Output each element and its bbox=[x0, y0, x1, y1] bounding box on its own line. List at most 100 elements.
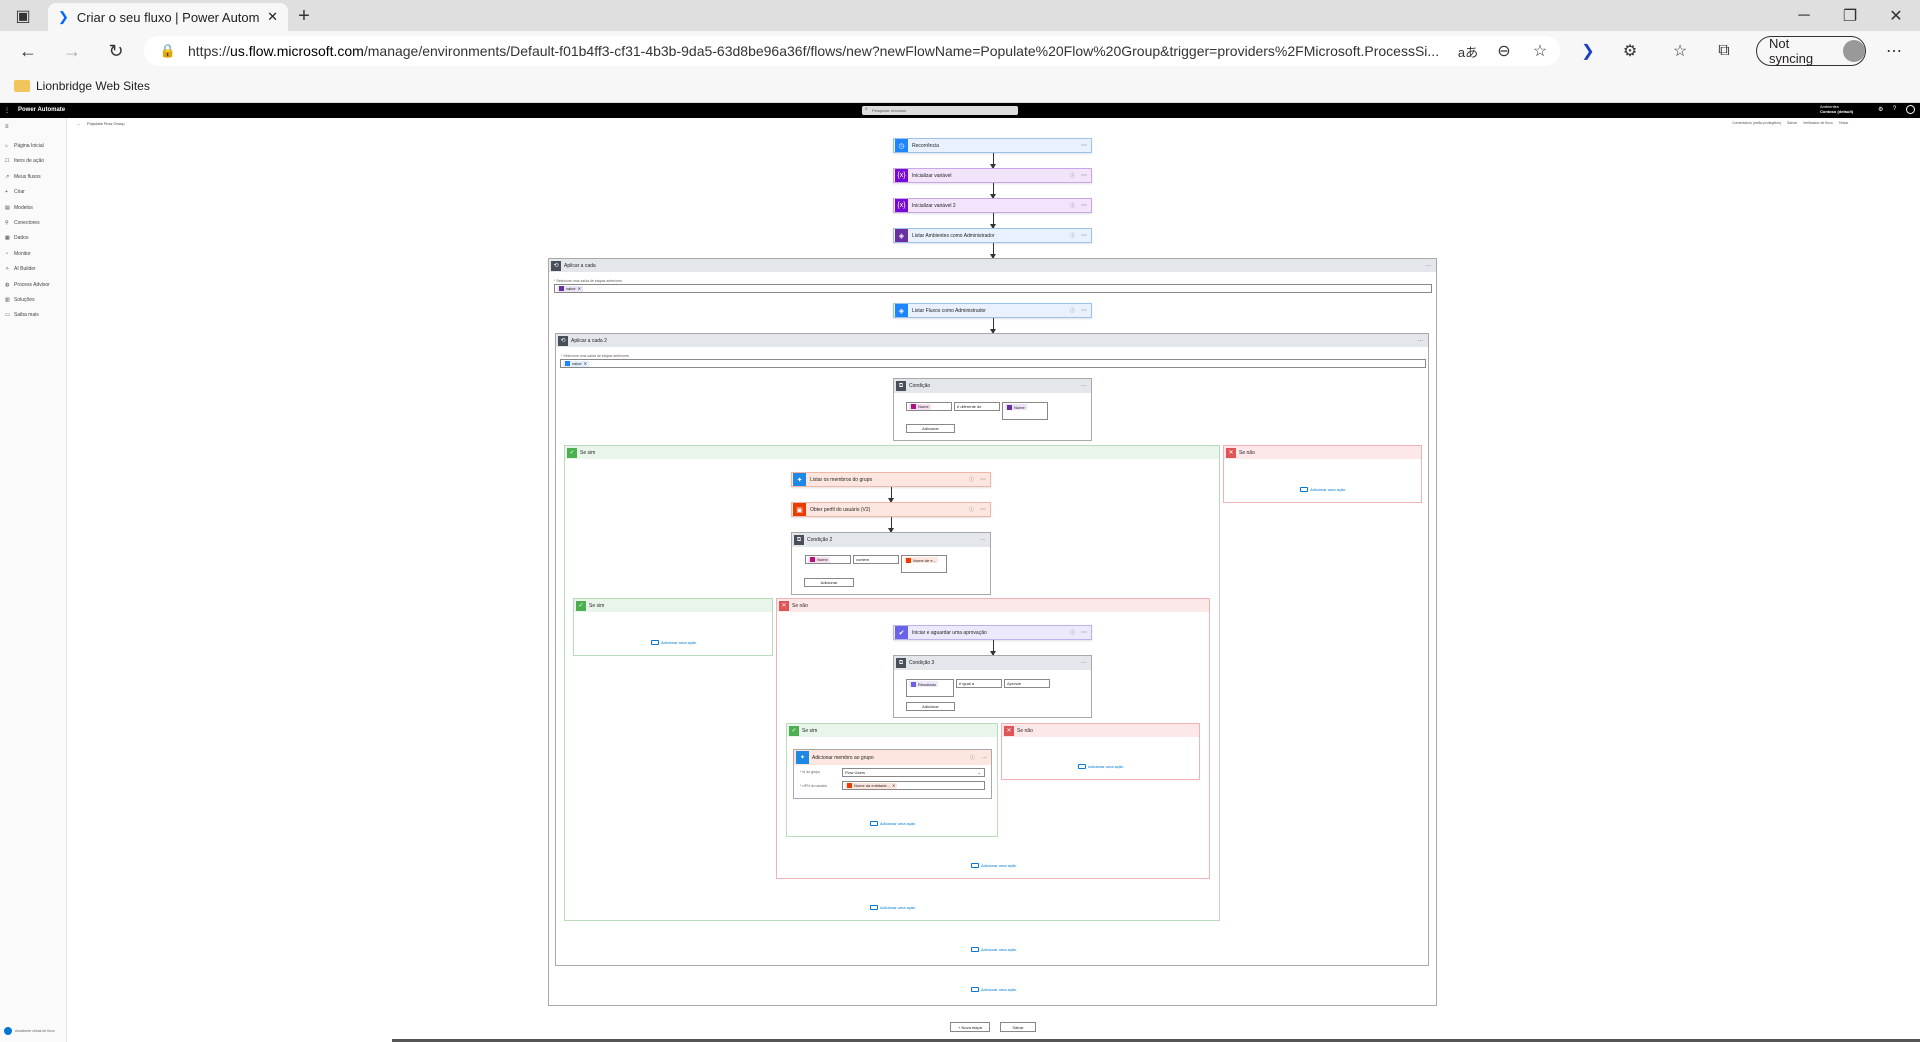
nav-item-ai[interactable]: ✧ AI Builder bbox=[5, 264, 36, 274]
power-automate-extension-icon[interactable]: ❯ bbox=[1576, 39, 1600, 63]
nav-item-home[interactable]: ⌂ Página Inicial bbox=[5, 141, 44, 151]
nav-item-template[interactable]: ▤ Modelos bbox=[5, 203, 33, 213]
init-variable-card[interactable]: {x} Inicializar variável ⓘ ⋯ bbox=[893, 168, 1092, 183]
condition-3-add-button[interactable]: Adicionar bbox=[906, 702, 955, 711]
more-menu-icon[interactable]: ⋯ bbox=[1882, 39, 1906, 63]
condition-3-left-operand[interactable]: Resultado bbox=[906, 679, 954, 697]
add-action-link[interactable]: Adicionar uma ação bbox=[971, 987, 1016, 992]
condition-header[interactable]: ⧉ Condição ⋯ bbox=[894, 379, 1091, 393]
outcome-token[interactable]: Resultado bbox=[909, 681, 939, 687]
minimize-icon[interactable]: ─ bbox=[1792, 4, 1816, 28]
value-token[interactable]: value ✕ bbox=[563, 360, 589, 367]
list-environments-card[interactable]: ◈ Listar Ambientes como Administrador ⓘ … bbox=[893, 228, 1092, 243]
info-icon[interactable]: ⓘ bbox=[970, 754, 975, 761]
remove-token-icon[interactable]: ✕ bbox=[892, 783, 895, 788]
if-no-2-header[interactable]: ✕ Se não bbox=[777, 599, 1209, 612]
back-icon[interactable]: ← bbox=[16, 39, 40, 63]
hamburger-icon[interactable]: ≡ bbox=[5, 124, 9, 130]
init-variable-2-card[interactable]: {x} Inicializar variável 2 ⓘ ⋯ bbox=[893, 198, 1092, 213]
nav-item-solution[interactable]: ▥ Soluções bbox=[5, 295, 35, 305]
card-menu-icon[interactable]: ⋯ bbox=[1081, 172, 1087, 179]
save-command[interactable]: Salvar bbox=[1787, 121, 1797, 125]
if-yes-header[interactable]: ✓ Se sim bbox=[565, 446, 1219, 459]
nav-item-monitor[interactable]: ◔ Monitor bbox=[5, 249, 31, 259]
get-user-profile-card[interactable]: ▣ Obter perfil do usuário (V2) ⓘ ⋯ bbox=[791, 502, 991, 517]
nav-item-process[interactable]: ◍ Process Advisor bbox=[5, 280, 50, 290]
url-input[interactable]: 🔒 https://us.flow.microsoft.com/manage/e… bbox=[144, 36, 1560, 66]
virtual-agent-button[interactable]: Assistente virtual de fluxo bbox=[4, 1027, 55, 1035]
back-arrow-icon[interactable]: ← bbox=[77, 121, 81, 126]
if-no-3-header[interactable]: ✕ Se não bbox=[1002, 724, 1199, 737]
settings-icon[interactable]: ⚙ bbox=[1878, 106, 1883, 113]
add-member-header[interactable]: ✦ Adicionar membro ao grupo ⓘ ⋯ bbox=[794, 750, 991, 765]
name-token[interactable]: Nome bbox=[808, 556, 830, 563]
nav-item-connector[interactable]: ⚲ Conectores bbox=[5, 218, 40, 228]
help-icon[interactable]: ? bbox=[1893, 106, 1896, 112]
apply-each-2-input[interactable]: value ✕ bbox=[560, 359, 1426, 368]
name-token[interactable]: Nome bbox=[909, 403, 931, 410]
add-action-link[interactable]: Adicionar uma ação bbox=[1078, 764, 1123, 769]
condition-right-operand[interactable]: Nome bbox=[1002, 402, 1048, 420]
card-menu-icon[interactable]: ⋯ bbox=[1418, 338, 1423, 344]
condition-3-operator-select[interactable]: é igual a bbox=[956, 679, 1002, 688]
condition-2-add-button[interactable]: Adicionar bbox=[804, 578, 854, 587]
nav-item-flow[interactable]: ↗ Meus fluxos bbox=[5, 172, 41, 182]
test-command[interactable]: Testar bbox=[1839, 121, 1849, 125]
upn-token[interactable]: Nome de e... bbox=[904, 557, 938, 563]
nav-item-data[interactable]: ▦ Dados bbox=[5, 233, 28, 243]
condition-3-right-operand[interactable]: Aprovar bbox=[1004, 679, 1050, 688]
nav-item-learn[interactable]: ▭ Saiba mais bbox=[5, 310, 39, 320]
if-no-header[interactable]: ✕ Se não bbox=[1224, 446, 1421, 459]
card-menu-icon[interactable]: ⋯ bbox=[980, 537, 985, 543]
upn-token[interactable]: Nome da entidade... ✕ bbox=[845, 782, 898, 789]
profile-sync-button[interactable]: Not syncing bbox=[1756, 36, 1866, 66]
info-icon[interactable]: ⓘ bbox=[1070, 232, 1075, 239]
card-menu-icon[interactable]: ⋯ bbox=[1081, 202, 1087, 209]
add-action-link[interactable]: Adicionar uma ação bbox=[651, 640, 696, 645]
card-menu-icon[interactable]: ⋯ bbox=[1426, 263, 1431, 269]
new-tab-icon[interactable]: + bbox=[292, 4, 316, 28]
favorites-folder[interactable]: Lionbridge Web Sites bbox=[14, 79, 150, 93]
collections-icon[interactable]: ⧉ bbox=[1712, 39, 1736, 63]
condition-2-left-operand[interactable]: Nome bbox=[805, 555, 851, 564]
remove-token-icon[interactable]: ✕ bbox=[584, 361, 587, 366]
info-icon[interactable]: ⓘ bbox=[1070, 629, 1075, 636]
condition-add-button[interactable]: Adicionar bbox=[906, 424, 955, 433]
info-icon[interactable]: ⓘ bbox=[1070, 307, 1075, 314]
apply-each-input[interactable]: value ✕ bbox=[554, 284, 1432, 293]
info-icon[interactable]: ⓘ bbox=[1070, 172, 1075, 179]
close-tab-icon[interactable]: ✕ bbox=[267, 9, 278, 25]
condition-2-header[interactable]: ⧉ Condição 2 ⋯ bbox=[792, 533, 990, 547]
group-id-select[interactable]: Flow Users ⌄ bbox=[842, 768, 985, 777]
restore-icon[interactable]: ❐ bbox=[1838, 4, 1862, 28]
condition-operator-select[interactable]: é diferente de bbox=[954, 402, 1000, 411]
save-button[interactable]: Salvar bbox=[1000, 1022, 1036, 1032]
name-token[interactable]: Nome bbox=[1005, 404, 1027, 410]
value-token[interactable]: value ✕ bbox=[557, 285, 583, 292]
zoom-icon[interactable]: ⊖ bbox=[1492, 39, 1516, 63]
new-step-button[interactable]: + Nova etapa bbox=[950, 1022, 990, 1032]
favorite-add-icon[interactable]: ☆ bbox=[1528, 39, 1552, 63]
card-menu-icon[interactable]: ⋯ bbox=[980, 506, 986, 513]
extensions-icon[interactable]: ⚙ bbox=[1618, 39, 1642, 63]
start-approval-card[interactable]: ✔ Iniciar e aguardar uma aprovação ⓘ ⋯ bbox=[893, 625, 1092, 640]
nav-item-actions[interactable]: ☐ Itens de ação bbox=[5, 156, 44, 166]
card-menu-icon[interactable]: ⋯ bbox=[1081, 232, 1087, 239]
condition-2-right-operand[interactable]: Nome de e... bbox=[901, 555, 947, 573]
refresh-icon[interactable]: ↻ bbox=[104, 39, 128, 63]
close-window-icon[interactable]: ✕ bbox=[1884, 4, 1908, 28]
if-yes-3-header[interactable]: ✓ Se sim bbox=[787, 724, 997, 737]
remove-token-icon[interactable]: ✕ bbox=[578, 286, 581, 291]
info-icon[interactable]: ⓘ bbox=[1070, 202, 1075, 209]
list-group-members-card[interactable]: ✦ Listar os membros do grupo ⓘ ⋯ bbox=[791, 472, 991, 487]
card-menu-icon[interactable]: ⋯ bbox=[982, 755, 987, 761]
card-menu-icon[interactable]: ⋯ bbox=[980, 476, 986, 483]
if-yes-2-header[interactable]: ✓ Se sim bbox=[574, 599, 772, 612]
condition-3-header[interactable]: ⧉ Condição 3 ⋯ bbox=[894, 656, 1091, 670]
info-icon[interactable]: ⓘ bbox=[969, 476, 974, 483]
nav-item-plus[interactable]: + Criar bbox=[5, 187, 25, 197]
info-icon[interactable]: ⓘ bbox=[969, 506, 974, 513]
condition-left-operand[interactable]: Nome bbox=[906, 402, 952, 411]
recurrence-trigger-card[interactable]: ◷ Recorrência ⋯ bbox=[893, 138, 1092, 153]
card-menu-icon[interactable]: ⋯ bbox=[1081, 383, 1086, 389]
